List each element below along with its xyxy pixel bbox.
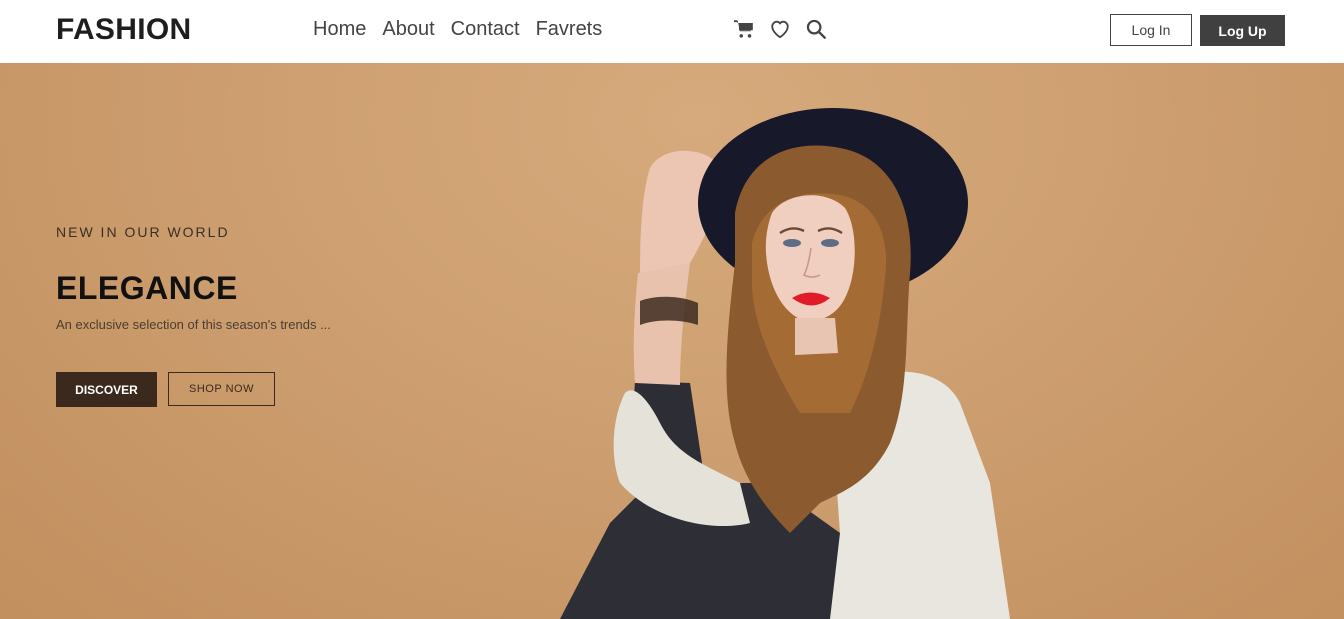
nav-about-link[interactable]: About [382,18,434,41]
hero-subtitle: An exclusive selection of this season's … [56,317,331,332]
search-icon[interactable] [805,18,827,40]
logup-button[interactable]: Log Up [1200,15,1285,46]
nav-contact-link[interactable]: Contact [451,18,520,41]
hero-tagline: NEW IN OUR WORLD [56,224,230,240]
discover-button[interactable]: DISCOVER [56,372,157,407]
hero-banner: NEW IN OUR WORLD ELEGANCE An exclusive s… [0,63,1344,619]
nav-home-link[interactable]: Home [313,18,366,41]
cart-icon[interactable] [733,18,755,40]
nav-favrets-link[interactable]: Favrets [536,18,603,41]
header-icons [733,18,827,40]
shop-now-button[interactable]: SHOP NOW [168,372,275,406]
login-button[interactable]: Log In [1110,14,1192,46]
hero-title: ELEGANCE [56,270,238,306]
heart-icon[interactable] [769,18,791,40]
hero-model-image [560,108,1010,619]
site-logo[interactable]: FASHION [56,13,191,47]
main-nav: Home About Contact Favrets [313,18,602,41]
site-header: FASHION Home About Contact Favrets Log I… [0,0,1344,63]
